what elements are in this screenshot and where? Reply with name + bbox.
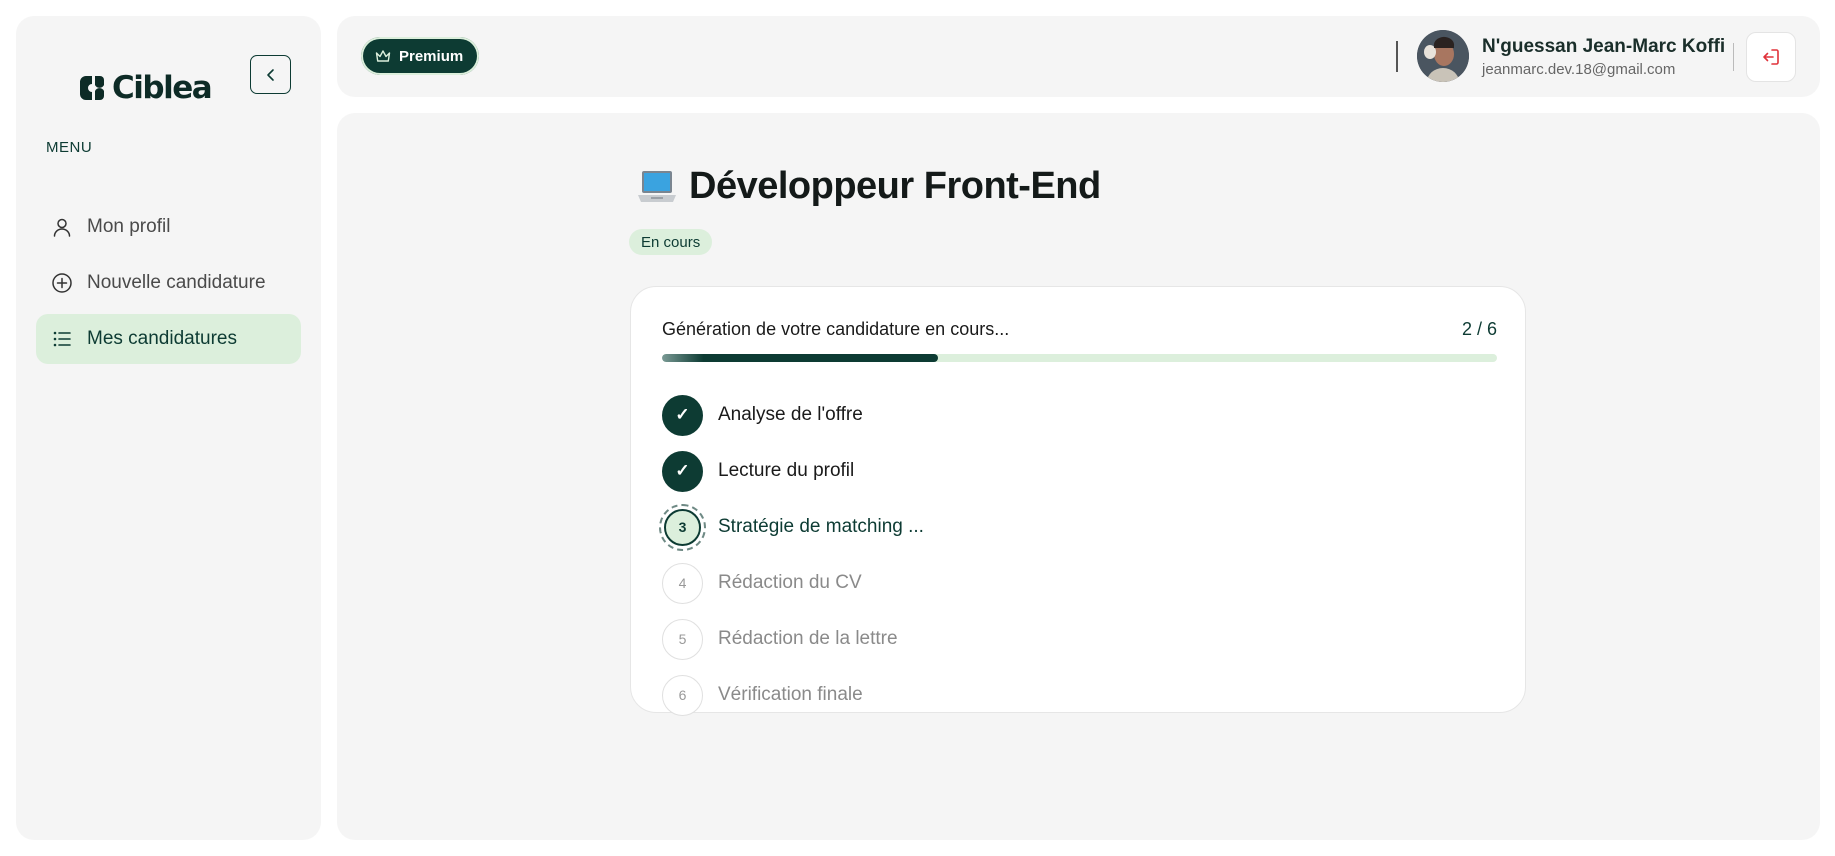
check-icon: ✓ — [662, 394, 703, 436]
logout-button[interactable] — [1746, 32, 1796, 82]
header-divider — [1733, 43, 1734, 71]
progress-header: Génération de votre candidature en cours… — [662, 319, 1497, 340]
page-title-row: Développeur Front-End — [637, 165, 1101, 208]
step-label: Stratégie de matching ... — [718, 516, 924, 537]
crown-icon — [375, 50, 391, 62]
brand-logo[interactable]: Ciblea — [78, 70, 213, 106]
chevron-left-icon — [266, 68, 274, 81]
logo-mark-icon — [78, 74, 106, 102]
premium-label: Premium — [399, 47, 464, 65]
header-divider — [1396, 41, 1398, 72]
step-label: Vérification finale — [718, 684, 863, 705]
progress-count: 2 / 6 — [1461, 319, 1497, 339]
progress-title: Génération de votre candidature en cours… — [662, 319, 1010, 339]
sidebar-item-label: Mon profil — [87, 216, 171, 237]
sidebar: Ciblea MENU Mon profil Nouvelle candidat… — [16, 16, 321, 840]
step-indicator: 4 — [662, 562, 703, 604]
step-item: ✓ Analyse de l'offre — [662, 387, 924, 443]
step-item: 6 Vérification finale — [662, 667, 924, 723]
steps-list: ✓ Analyse de l'offre ✓ Lecture du profil… — [659, 387, 924, 723]
brand-name: Ciblea — [112, 70, 213, 106]
top-header: Premium N'guessan Jean-Marc Koffi jeanma… — [337, 16, 1820, 97]
step-label: Rédaction du CV — [718, 572, 862, 593]
sidebar-item-label: Mes candidatures — [87, 328, 237, 349]
step-item: 4 Rédaction du CV — [662, 555, 924, 611]
page-title: Développeur Front-End — [689, 165, 1101, 207]
premium-badge[interactable]: Premium — [361, 37, 480, 75]
sidebar-item-label: Nouvelle candidature — [87, 272, 266, 293]
collapse-sidebar-button[interactable] — [250, 55, 291, 94]
check-icon: ✓ — [662, 450, 703, 492]
avatar[interactable] — [1417, 30, 1469, 82]
status-badge: En cours — [629, 229, 713, 255]
user-name: N'guessan Jean-Marc Koffi — [1482, 36, 1726, 57]
progress-bar — [662, 354, 1497, 362]
sidebar-item-nouvelle-candidature[interactable]: Nouvelle candidature — [36, 258, 301, 308]
step-item: 3 Stratégie de matching ... — [659, 499, 924, 555]
progress-bar-fill — [662, 354, 938, 362]
laptop-icon — [637, 168, 677, 206]
step-indicator: 3 — [659, 503, 706, 551]
plus-circle-icon — [51, 272, 73, 294]
user-email: jeanmarc.dev.18@gmail.com — [1482, 61, 1676, 78]
step-label: Analyse de l'offre — [718, 404, 863, 425]
sidebar-item-mon-profil[interactable]: Mon profil — [36, 202, 301, 252]
main-content: Développeur Front-End En cours Génératio… — [337, 113, 1820, 840]
step-indicator: 5 — [662, 618, 703, 660]
step-label: Lecture du profil — [718, 460, 855, 481]
user-icon — [51, 216, 73, 238]
generation-progress-card: Génération de votre candidature en cours… — [630, 286, 1526, 716]
sidebar-item-mes-candidatures[interactable]: Mes candidatures — [36, 314, 301, 364]
step-item: 5 Rédaction de la lettre — [662, 611, 924, 667]
logout-icon — [1763, 49, 1779, 65]
menu-label: MENU — [46, 139, 93, 156]
sidebar-nav: Mon profil Nouvelle candidature Mes cand… — [36, 202, 301, 370]
step-item: ✓ Lecture du profil — [662, 443, 924, 499]
list-icon — [51, 328, 73, 350]
step-indicator: 6 — [662, 674, 703, 716]
step-label: Rédaction de la lettre — [718, 628, 898, 649]
